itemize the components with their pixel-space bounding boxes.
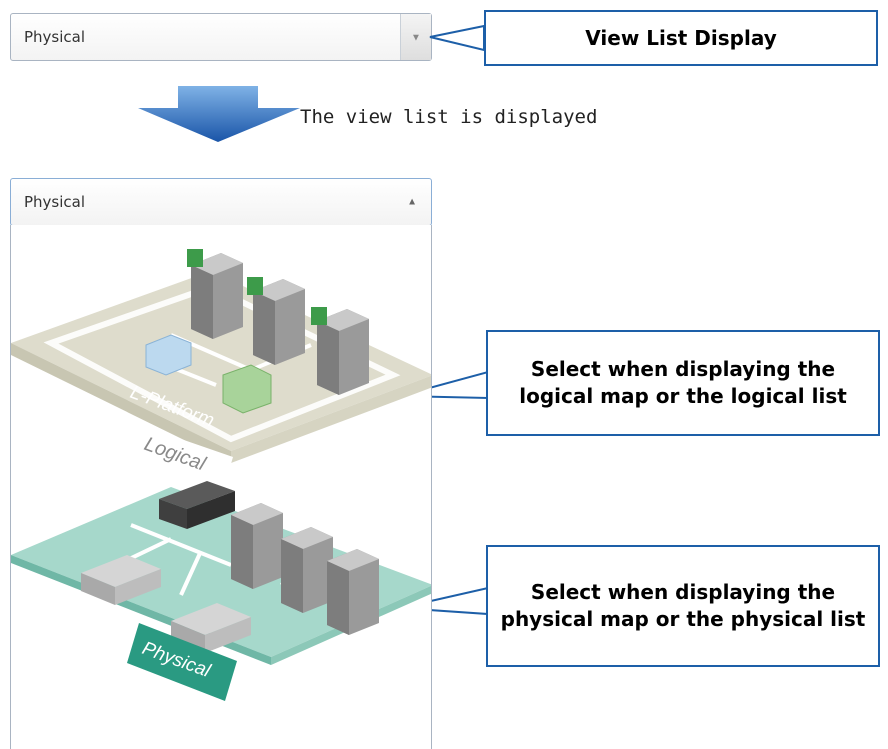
view-select-open-value: Physical (24, 193, 86, 211)
dropdown-button[interactable]: ▼ (400, 14, 431, 60)
down-arrow-icon (138, 86, 300, 142)
chevron-up-icon: ▲ (407, 196, 417, 208)
view-list-panel: L-Platform Logical Physical (10, 225, 432, 749)
chevron-down-icon: ▼ (411, 32, 421, 44)
view-select-open[interactable]: Physical ▲ (10, 178, 432, 226)
logical-view-option[interactable]: L-Platform Logical (11, 249, 432, 491)
physical-view-option[interactable]: Physical (11, 481, 432, 701)
callout-physical: Select when displaying the physical map … (486, 545, 880, 667)
view-illustration: L-Platform Logical Physical (11, 249, 432, 701)
callout-pointer-view (429, 24, 485, 52)
view-select-value: Physical (24, 28, 86, 46)
transition-caption: The view list is displayed (300, 106, 598, 128)
callout-view-list-display: View List Display (484, 10, 878, 66)
view-select-collapsed[interactable]: Physical ▼ (10, 13, 432, 61)
callout-logical: Select when displaying the logical map o… (486, 330, 880, 436)
